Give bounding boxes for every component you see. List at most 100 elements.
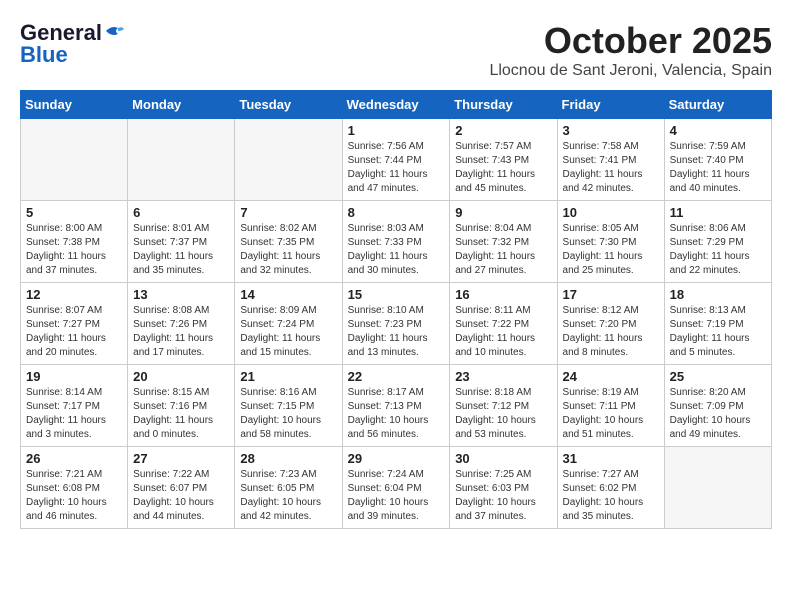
weekday-header-sunday: Sunday (21, 91, 128, 119)
day-number: 31 (563, 451, 659, 466)
day-info: Sunrise: 7:24 AM Sunset: 6:04 PM Dayligh… (348, 468, 445, 524)
calendar-cell: 2 Sunrise: 7:57 AM Sunset: 7:43 PM Daylig… (450, 119, 557, 201)
calendar-cell: 22 Sunrise: 8:17 AM Sunset: 7:13 PM Dayli… (342, 365, 450, 447)
day-info: Sunrise: 7:25 AM Sunset: 6:03 PM Dayligh… (455, 468, 551, 524)
weekday-header-saturday: Saturday (664, 91, 771, 119)
day-number: 17 (563, 287, 659, 302)
day-info: Sunrise: 8:05 AM Sunset: 7:30 PM Dayligh… (563, 222, 659, 278)
week-row-2: 5Sunrise: 8:00 AM Sunset: 7:38 PM Daylig… (21, 201, 772, 283)
day-info: Sunrise: 8:13 AM Sunset: 7:19 PM Dayligh… (670, 304, 766, 360)
calendar-cell: 21 Sunrise: 8:16 AM Sunset: 7:15 PM Dayli… (235, 365, 342, 447)
weekday-header-wednesday: Wednesday (342, 91, 450, 119)
calendar-cell: 3 Sunrise: 7:58 AM Sunset: 7:41 PM Daylig… (557, 119, 664, 201)
day-info: Sunrise: 7:57 AM Sunset: 7:43 PM Dayligh… (455, 140, 551, 196)
calendar-cell: 6 Sunrise: 8:01 AM Sunset: 7:37 PM Daylig… (128, 201, 235, 283)
day-number: 21 (240, 369, 336, 384)
day-info: Sunrise: 8:09 AM Sunset: 7:24 PM Dayligh… (240, 304, 336, 360)
weekday-header-friday: Friday (557, 91, 664, 119)
calendar-cell (21, 119, 128, 201)
day-info: Sunrise: 7:59 AM Sunset: 7:40 PM Dayligh… (670, 140, 766, 196)
day-number: 28 (240, 451, 336, 466)
day-info: Sunrise: 7:56 AM Sunset: 7:44 PM Dayligh… (348, 140, 445, 196)
calendar-cell (235, 119, 342, 201)
logo-blue: Blue (20, 42, 68, 68)
day-info: Sunrise: 8:00 AM Sunset: 7:38 PM Dayligh… (26, 222, 122, 278)
calendar-cell: 16 Sunrise: 8:11 AM Sunset: 7:22 PM Dayli… (450, 283, 557, 365)
day-info: Sunrise: 8:12 AM Sunset: 7:20 PM Dayligh… (563, 304, 659, 360)
title-section: October 2025 Llocnou de Sant Jeroni, Val… (489, 20, 772, 80)
calendar-cell: 11 Sunrise: 8:06 AM Sunset: 7:29 PM Dayli… (664, 201, 771, 283)
calendar-cell: 29 Sunrise: 7:24 AM Sunset: 6:04 PM Dayli… (342, 447, 450, 529)
calendar-cell: 1 Sunrise: 7:56 AM Sunset: 7:44 PM Daylig… (342, 119, 450, 201)
day-info: Sunrise: 8:11 AM Sunset: 7:22 PM Dayligh… (455, 304, 551, 360)
calendar-subtitle: Llocnou de Sant Jeroni, Valencia, Spain (489, 62, 772, 80)
day-number: 15 (348, 287, 445, 302)
week-row-1: 1 Sunrise: 7:56 AM Sunset: 7:44 PM Daylig… (21, 119, 772, 201)
calendar-cell: 27 Sunrise: 7:22 AM Sunset: 6:07 PM Dayli… (128, 447, 235, 529)
day-info: Sunrise: 8:16 AM Sunset: 7:15 PM Dayligh… (240, 386, 336, 442)
weekday-header-thursday: Thursday (450, 91, 557, 119)
calendar-cell: 7Sunrise: 8:02 AM Sunset: 7:35 PM Daylig… (235, 201, 342, 283)
day-number: 19 (26, 369, 122, 384)
day-number: 22 (348, 369, 445, 384)
calendar-cell: 15Sunrise: 8:10 AM Sunset: 7:23 PM Dayli… (342, 283, 450, 365)
day-info: Sunrise: 8:06 AM Sunset: 7:29 PM Dayligh… (670, 222, 766, 278)
day-number: 29 (348, 451, 445, 466)
calendar-cell: 4Sunrise: 7:59 AM Sunset: 7:40 PM Daylig… (664, 119, 771, 201)
logo-bird-icon (104, 23, 126, 39)
calendar-cell: 20Sunrise: 8:15 AM Sunset: 7:16 PM Dayli… (128, 365, 235, 447)
calendar-cell: 30 Sunrise: 7:25 AM Sunset: 6:03 PM Dayli… (450, 447, 557, 529)
day-info: Sunrise: 8:19 AM Sunset: 7:11 PM Dayligh… (563, 386, 659, 442)
day-info: Sunrise: 8:17 AM Sunset: 7:13 PM Dayligh… (348, 386, 445, 442)
day-info: Sunrise: 7:58 AM Sunset: 7:41 PM Dayligh… (563, 140, 659, 196)
day-number: 2 (455, 123, 551, 138)
day-info: Sunrise: 7:22 AM Sunset: 6:07 PM Dayligh… (133, 468, 229, 524)
day-number: 18 (670, 287, 766, 302)
calendar-cell: 12Sunrise: 8:07 AM Sunset: 7:27 PM Dayli… (21, 283, 128, 365)
calendar-header: General Blue October 2025 Llocnou de San… (20, 20, 772, 80)
weekday-header-monday: Monday (128, 91, 235, 119)
day-info: Sunrise: 8:20 AM Sunset: 7:09 PM Dayligh… (670, 386, 766, 442)
day-number: 30 (455, 451, 551, 466)
day-number: 11 (670, 205, 766, 220)
day-info: Sunrise: 8:07 AM Sunset: 7:27 PM Dayligh… (26, 304, 122, 360)
day-number: 6 (133, 205, 229, 220)
day-number: 27 (133, 451, 229, 466)
day-number: 25 (670, 369, 766, 384)
day-number: 23 (455, 369, 551, 384)
calendar-cell: 5Sunrise: 8:00 AM Sunset: 7:38 PM Daylig… (21, 201, 128, 283)
day-number: 13 (133, 287, 229, 302)
calendar-cell (664, 447, 771, 529)
calendar-title: October 2025 (489, 20, 772, 62)
day-number: 3 (563, 123, 659, 138)
day-info: Sunrise: 8:08 AM Sunset: 7:26 PM Dayligh… (133, 304, 229, 360)
calendar-cell: 9Sunrise: 8:04 AM Sunset: 7:32 PM Daylig… (450, 201, 557, 283)
day-number: 20 (133, 369, 229, 384)
calendar-cell: 23 Sunrise: 8:18 AM Sunset: 7:12 PM Dayli… (450, 365, 557, 447)
weekday-header-tuesday: Tuesday (235, 91, 342, 119)
day-info: Sunrise: 7:23 AM Sunset: 6:05 PM Dayligh… (240, 468, 336, 524)
calendar-cell: 19Sunrise: 8:14 AM Sunset: 7:17 PM Dayli… (21, 365, 128, 447)
calendar-cell: 24Sunrise: 8:19 AM Sunset: 7:11 PM Dayli… (557, 365, 664, 447)
day-number: 1 (348, 123, 445, 138)
calendar-cell: 8Sunrise: 8:03 AM Sunset: 7:33 PM Daylig… (342, 201, 450, 283)
day-number: 7 (240, 205, 336, 220)
day-info: Sunrise: 8:01 AM Sunset: 7:37 PM Dayligh… (133, 222, 229, 278)
day-info: Sunrise: 7:21 AM Sunset: 6:08 PM Dayligh… (26, 468, 122, 524)
day-number: 16 (455, 287, 551, 302)
day-number: 8 (348, 205, 445, 220)
calendar-cell (128, 119, 235, 201)
week-row-4: 19Sunrise: 8:14 AM Sunset: 7:17 PM Dayli… (21, 365, 772, 447)
day-number: 26 (26, 451, 122, 466)
calendar-cell: 25 Sunrise: 8:20 AM Sunset: 7:09 PM Dayli… (664, 365, 771, 447)
calendar-cell: 13 Sunrise: 8:08 AM Sunset: 7:26 PM Dayli… (128, 283, 235, 365)
calendar-cell: 14Sunrise: 8:09 AM Sunset: 7:24 PM Dayli… (235, 283, 342, 365)
day-info: Sunrise: 8:18 AM Sunset: 7:12 PM Dayligh… (455, 386, 551, 442)
week-row-5: 26 Sunrise: 7:21 AM Sunset: 6:08 PM Dayli… (21, 447, 772, 529)
calendar-cell: 28 Sunrise: 7:23 AM Sunset: 6:05 PM Dayli… (235, 447, 342, 529)
calendar-cell: 31Sunrise: 7:27 AM Sunset: 6:02 PM Dayli… (557, 447, 664, 529)
day-number: 10 (563, 205, 659, 220)
calendar-cell: 17 Sunrise: 8:12 AM Sunset: 7:20 PM Dayli… (557, 283, 664, 365)
logo: General Blue (20, 20, 126, 68)
week-row-3: 12Sunrise: 8:07 AM Sunset: 7:27 PM Dayli… (21, 283, 772, 365)
